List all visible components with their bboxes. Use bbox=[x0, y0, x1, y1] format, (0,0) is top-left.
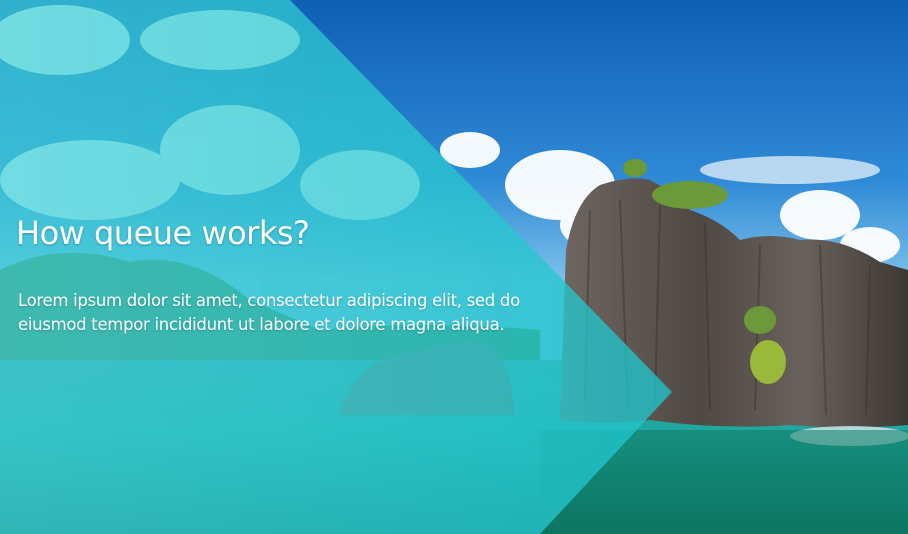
hero-description: Lorem ipsum dolor sit amet, consectetur … bbox=[18, 291, 520, 334]
background-photo bbox=[0, 0, 908, 534]
hero-banner: How queue works? Lorem ipsum dolor sit a… bbox=[0, 0, 908, 534]
hero-title: How queue works? bbox=[16, 214, 310, 252]
